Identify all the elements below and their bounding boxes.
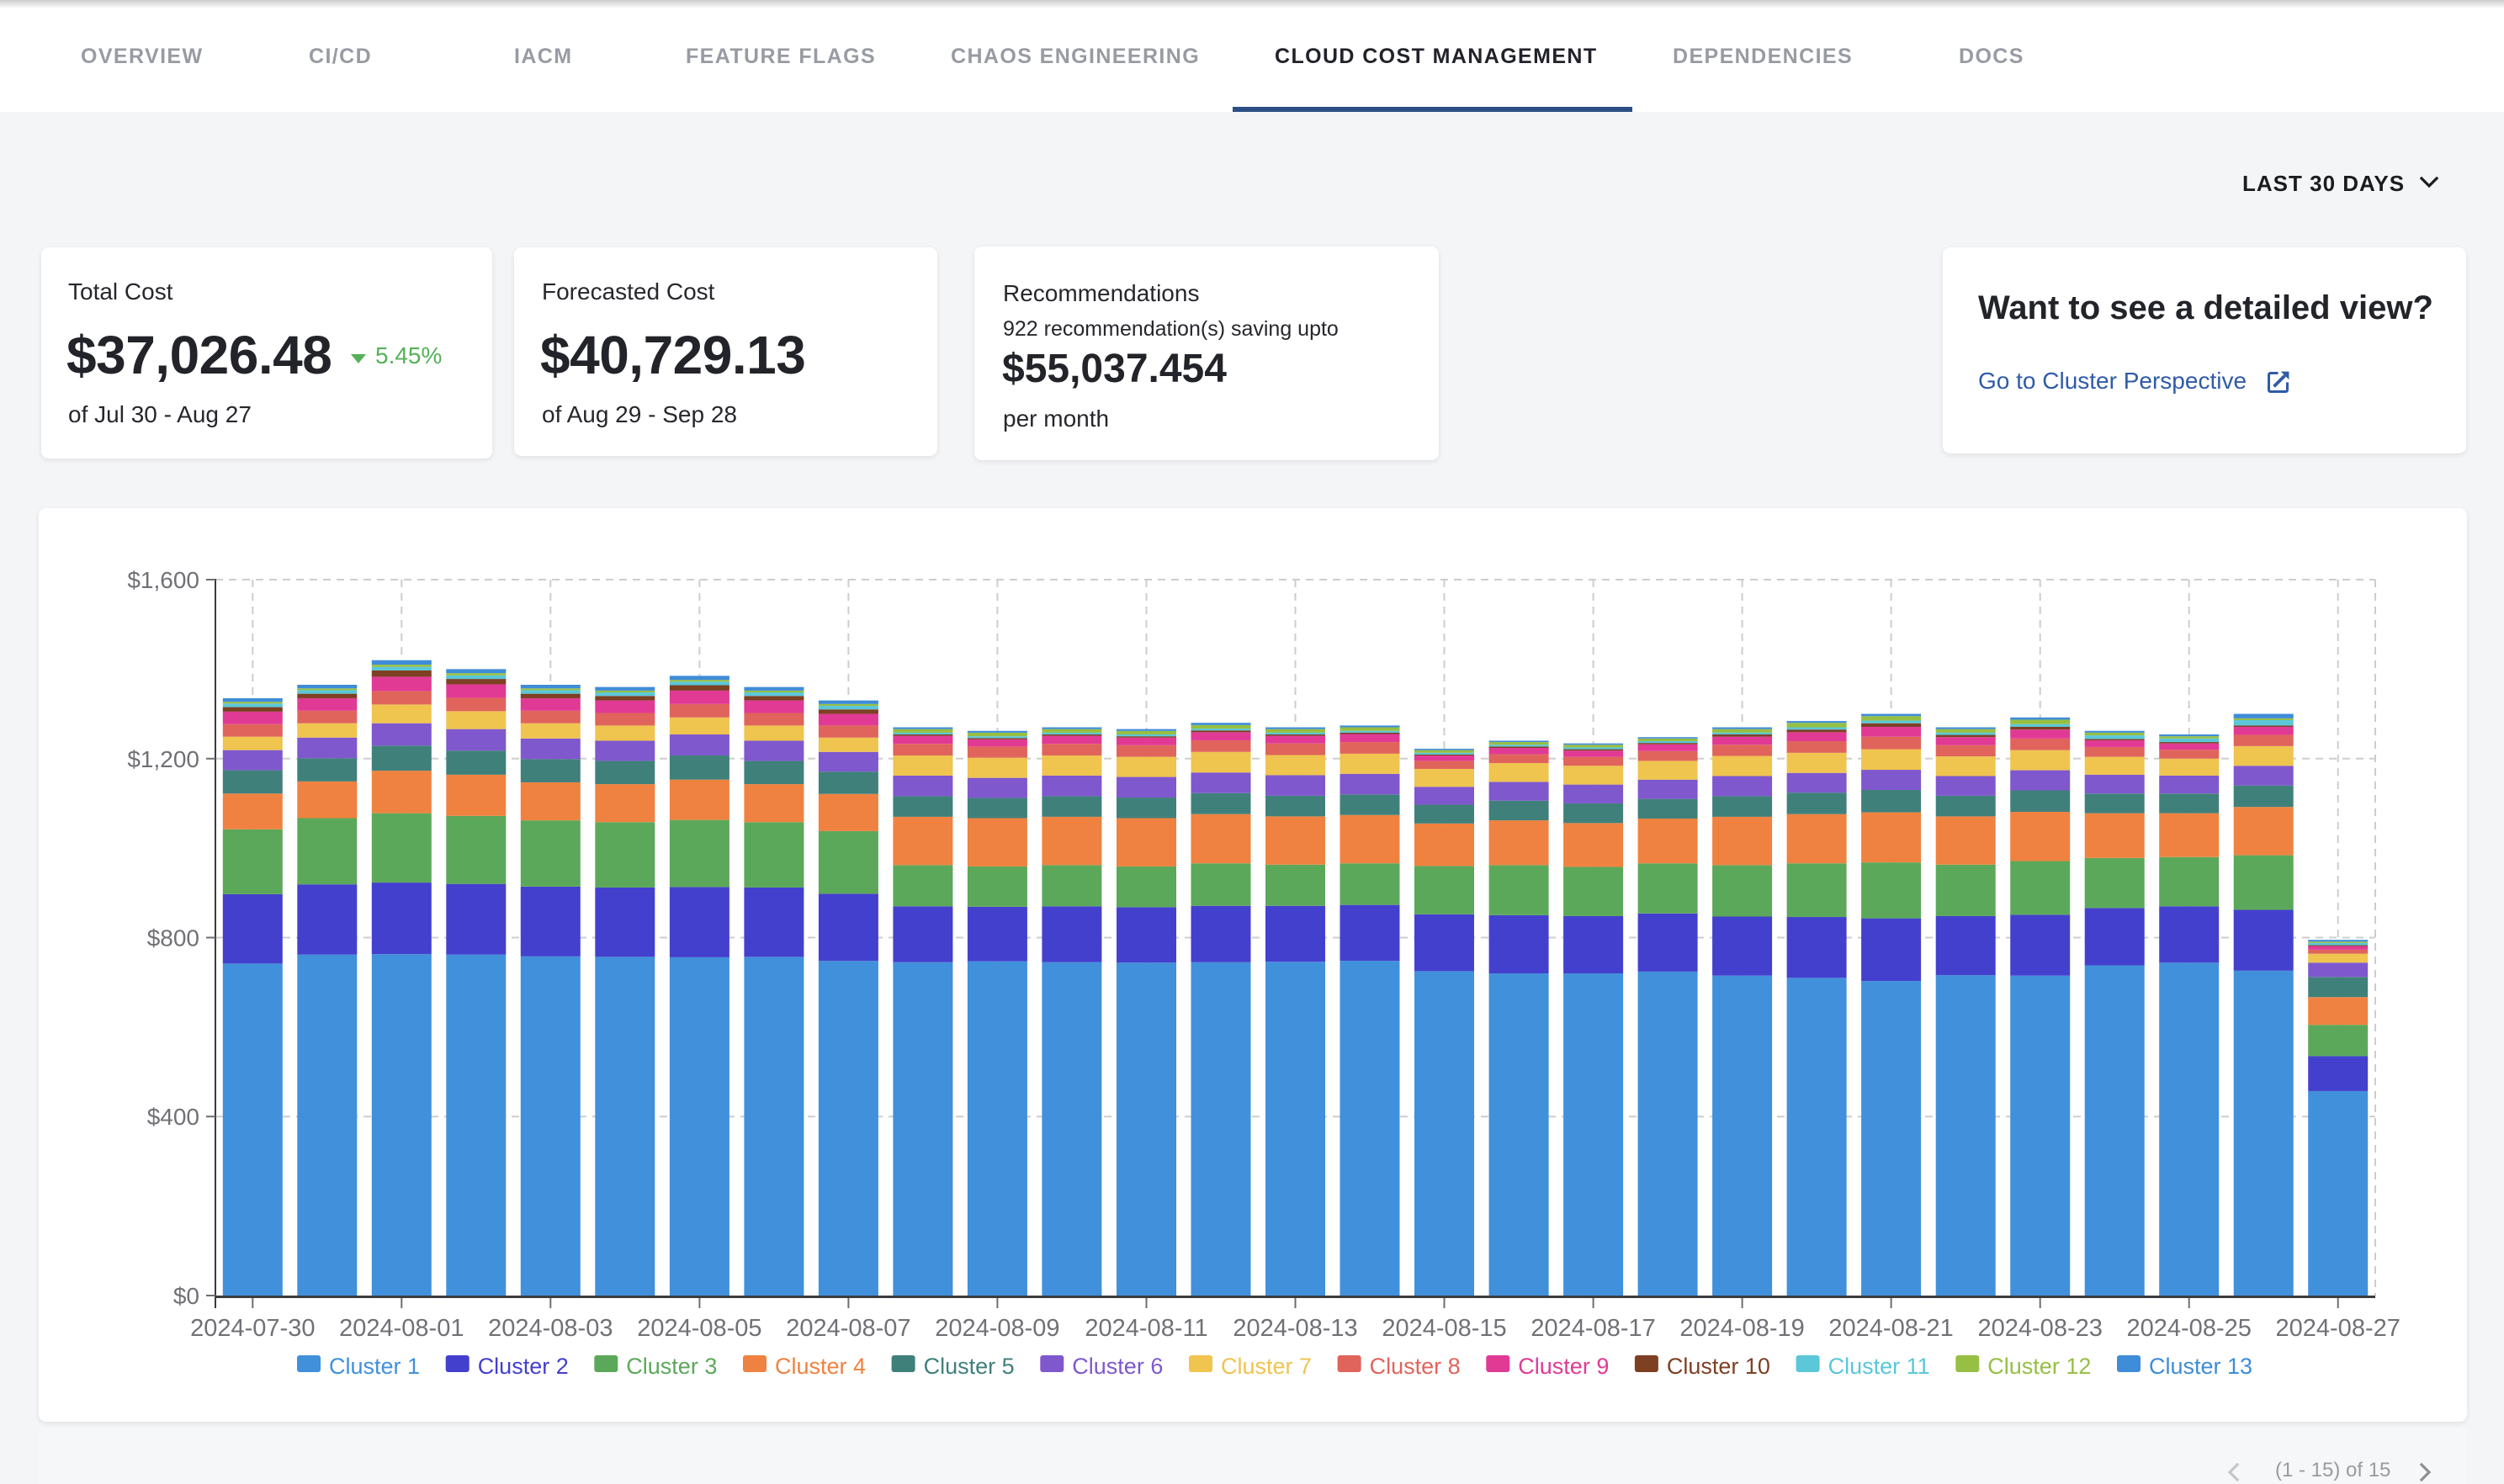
svg-text:Cluster 3: Cluster 3 <box>626 1354 717 1379</box>
svg-text:Cluster 8: Cluster 8 <box>1370 1354 1461 1379</box>
svg-text:Cluster 10: Cluster 10 <box>1667 1354 1770 1379</box>
svg-text:2024-08-07: 2024-08-07 <box>786 1315 910 1342</box>
svg-text:2024-08-25: 2024-08-25 <box>2127 1315 2252 1342</box>
svg-text:2024-08-11: 2024-08-11 <box>1085 1315 1207 1342</box>
svg-text:Cluster 12: Cluster 12 <box>1987 1354 2091 1379</box>
svg-text:2024-08-09: 2024-08-09 <box>935 1315 1059 1342</box>
svg-text:Cluster 1: Cluster 1 <box>329 1354 420 1379</box>
svg-text:$1,200: $1,200 <box>127 746 199 772</box>
svg-text:$800: $800 <box>147 925 199 951</box>
svg-text:Cluster 11: Cluster 11 <box>1828 1354 1930 1379</box>
svg-text:Cluster 2: Cluster 2 <box>478 1354 569 1379</box>
svg-text:2024-08-15: 2024-08-15 <box>1382 1315 1506 1342</box>
svg-text:Cluster 7: Cluster 7 <box>1221 1354 1312 1379</box>
svg-text:$400: $400 <box>147 1104 199 1130</box>
svg-text:2024-08-05: 2024-08-05 <box>637 1315 761 1342</box>
svg-text:Cluster 13: Cluster 13 <box>2149 1354 2252 1379</box>
svg-text:$1,600: $1,600 <box>127 567 199 593</box>
svg-text:Cluster 9: Cluster 9 <box>1518 1354 1609 1379</box>
svg-text:2024-08-19: 2024-08-19 <box>1679 1315 1804 1342</box>
svg-text:2024-08-03: 2024-08-03 <box>488 1315 613 1342</box>
svg-text:2024-07-30: 2024-07-30 <box>190 1315 315 1342</box>
svg-text:2024-08-21: 2024-08-21 <box>1828 1315 1953 1342</box>
svg-text:Cluster 4: Cluster 4 <box>775 1354 866 1379</box>
svg-text:2024-08-13: 2024-08-13 <box>1233 1315 1357 1342</box>
svg-text:2024-08-01: 2024-08-01 <box>339 1315 464 1342</box>
svg-text:2024-08-23: 2024-08-23 <box>1978 1315 2103 1342</box>
svg-text:2024-08-27: 2024-08-27 <box>2276 1315 2401 1342</box>
svg-text:Cluster 6: Cluster 6 <box>1072 1354 1163 1379</box>
svg-text:$0: $0 <box>173 1283 199 1309</box>
svg-text:Cluster 5: Cluster 5 <box>924 1354 1015 1379</box>
svg-text:2024-08-17: 2024-08-17 <box>1531 1315 1655 1342</box>
